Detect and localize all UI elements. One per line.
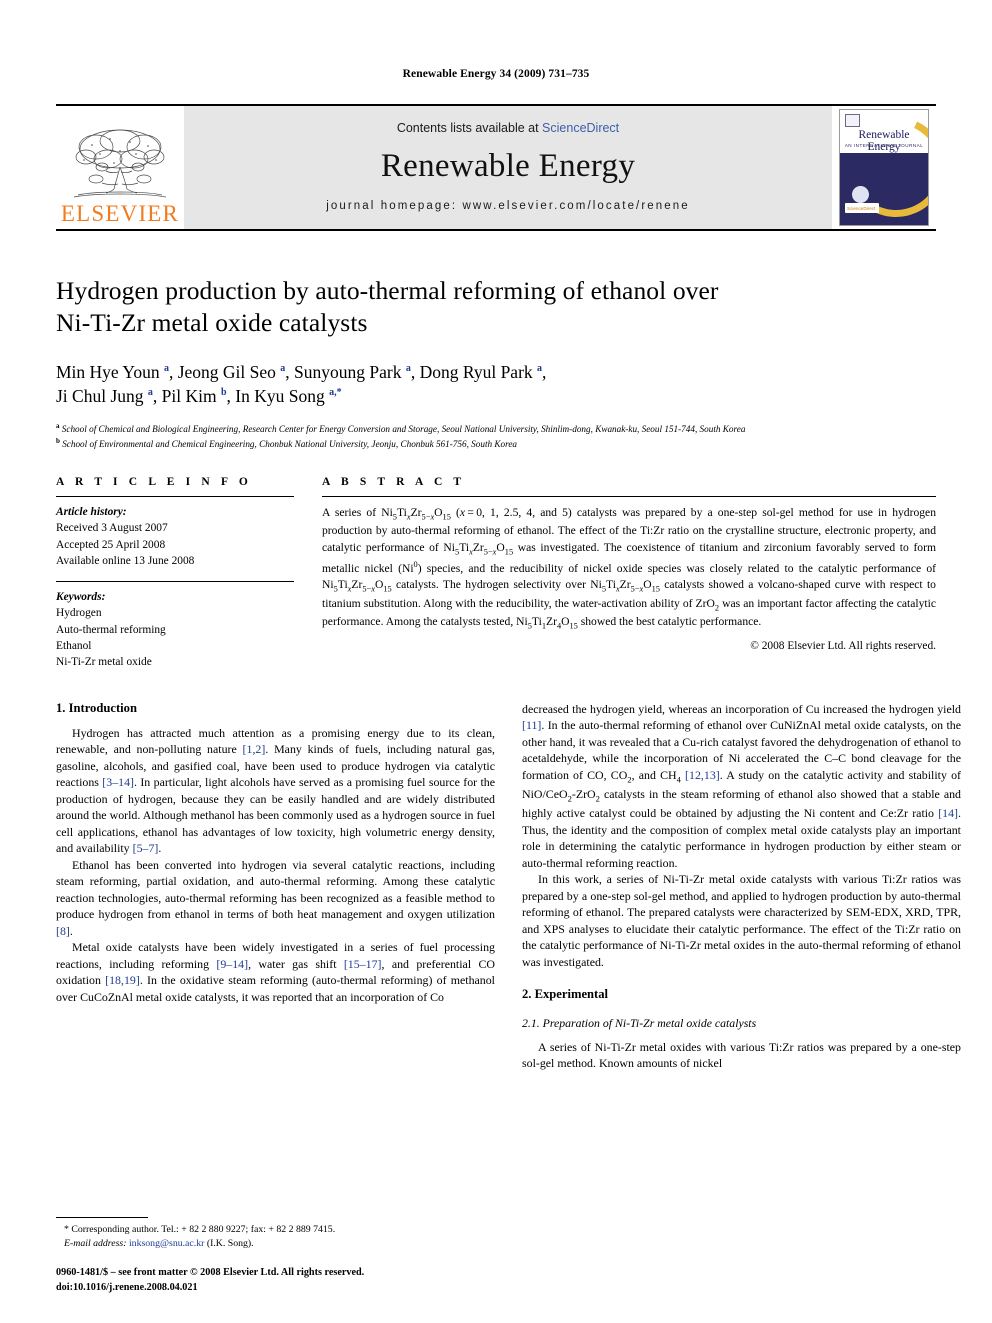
para-text: decreased the hydrogen yield, whereas an… — [522, 701, 961, 716]
corresponding-author-note: * Corresponding author. Tel.: + 82 2 880… — [64, 1224, 336, 1236]
keyword-item: Ni-Ti-Zr metal oxide — [56, 656, 152, 669]
cover-image: Renewable Energy AN INTERNATIONAL JOURNA… — [839, 109, 929, 226]
paragraph-right-2: In this work, a series of Ni-Ti-Zr metal… — [522, 872, 961, 969]
affiliation-b-text: School of Environmental and Chemical Eng… — [62, 438, 518, 449]
issn-copyright-block: 0960-1481/$ – see front matter © 2008 El… — [56, 1266, 495, 1295]
citation-ref[interactable]: [3–14] — [102, 775, 134, 789]
paragraph-intro-1: Hydrogen has attracted much attention as… — [56, 725, 495, 857]
body-columns: 1. Introduction Hydrogen has attracted m… — [56, 701, 961, 1072]
running-head: Renewable Energy 34 (2009) 731–735 — [402, 68, 590, 80]
article-available-online: Available online 13 June 2008 — [56, 555, 195, 568]
article-info-rule-mid — [56, 580, 294, 582]
author-line-2: Ji Chul Jung a, Pil Kim b, In Kyu Song a… — [56, 386, 342, 407]
abstract-column: A B S T R A C T A series of Ni5TixZr5−xO… — [322, 476, 936, 671]
section-heading-experimental: 2. Experimental — [522, 986, 609, 1001]
body-column-left: 1. Introduction Hydrogen has attracted m… — [56, 701, 495, 1072]
elsevier-wordmark: ELSEVIER — [60, 201, 180, 226]
article-info-column: A R T I C L E I N F O Article history: R… — [56, 476, 294, 671]
journal-masthead: ELSEVIER Contents lists available at Sci… — [56, 104, 936, 231]
paragraph-intro-2: Ethanol has been converted into hydrogen… — [56, 857, 495, 939]
subsection-heading-preparation: 2.1. Preparation of Ni-Ti-Zr metal oxide… — [522, 1015, 757, 1030]
author-line-1: Min Hye Youn a, Jeong Gil Seo a, Sunyoun… — [56, 362, 547, 383]
elsevier-tree-icon — [73, 129, 167, 198]
footnote-rule — [56, 1217, 148, 1219]
contents-prefix-text: Contents lists available at — [396, 121, 543, 135]
contents-lists-line: Contents lists available at ScienceDirec… — [397, 121, 619, 135]
info-abstract-region: A R T I C L E I N F O Article history: R… — [56, 476, 936, 671]
masthead-center: Contents lists available at ScienceDirec… — [184, 106, 832, 229]
cover-sciencedirect-text: ScienceDirect — [847, 206, 876, 211]
email-label: E-mail address: — [64, 1238, 127, 1250]
abstract-copyright: © 2008 Elsevier Ltd. All rights reserved… — [750, 639, 936, 652]
citation-ref[interactable]: [15–17] — [344, 957, 382, 971]
para-text: . — [158, 841, 162, 856]
email-note: E-mail address: inksong@snu.ac.kr (I.K. … — [56, 1237, 495, 1251]
keywords-block: Keywords: Hydrogen Auto-thermal reformin… — [56, 589, 294, 671]
keywords-label: Keywords: — [56, 590, 106, 603]
article-info-heading: A R T I C L E I N F O — [56, 475, 252, 488]
keyword-item: Ethanol — [56, 639, 92, 652]
article-info-rule-top — [56, 495, 294, 497]
keyword-item: Hydrogen — [56, 607, 102, 620]
citation-ref[interactable]: [5–7] — [133, 841, 159, 855]
cover-emblem-icon — [852, 186, 869, 203]
citation-ref[interactable]: [14] — [938, 806, 958, 820]
abstract-heading: A B S T R A C T — [322, 475, 466, 488]
cover-publisher-mark-icon — [845, 114, 860, 127]
issn-line: 0960-1481/$ – see front matter © 2008 El… — [56, 1267, 365, 1279]
citation-ref[interactable]: [1,2] — [243, 742, 266, 756]
citation-ref[interactable]: [9–14] — [216, 957, 248, 971]
article-history-label: Article history: — [56, 505, 127, 518]
body-column-right: decreased the hydrogen yield, whereas an… — [522, 701, 961, 1072]
article-history-block: Article history: Received 3 August 2007 … — [56, 504, 294, 570]
paragraph-right-3: A series of Ni-Ti-Zr metal oxides with v… — [522, 1039, 961, 1071]
article-received: Received 3 August 2007 — [56, 522, 168, 535]
title-block: Hydrogen production by auto-thermal refo… — [56, 275, 936, 451]
para-text: , water gas shift — [248, 956, 344, 971]
email-address-link[interactable]: inksong@snu.ac.kr — [129, 1238, 204, 1249]
citation-ref[interactable]: [18,19] — [105, 973, 140, 987]
paragraph-intro-3: Metal oxide catalysts have been widely i… — [56, 939, 495, 1005]
affiliation-b: b School of Environmental and Chemical E… — [56, 436, 518, 449]
citation-ref[interactable]: [11] — [522, 718, 541, 732]
elsevier-logo: ELSEVIER — [56, 106, 184, 229]
journal-cover-thumbnail[interactable]: Renewable Energy AN INTERNATIONAL JOURNA… — [832, 106, 936, 229]
journal-homepage-url[interactable]: journal homepage: www.elsevier.com/locat… — [326, 200, 690, 212]
journal-title: Renewable Energy — [380, 148, 636, 184]
article-accepted: Accepted 25 April 2008 — [56, 538, 166, 551]
paragraph-right-1: decreased the hydrogen yield, whereas an… — [522, 701, 961, 871]
abstract-text: A series of Ni5TixZr5−xO15 (x = 0, 1, 2.… — [322, 505, 936, 631]
keyword-item: Auto-thermal reforming — [56, 623, 166, 636]
para-text: . — [69, 923, 73, 938]
abstract-rule-top — [322, 495, 936, 497]
footnote-area: * Corresponding author. Tel.: + 82 2 880… — [56, 1217, 495, 1295]
citation-ref[interactable]: [8] — [56, 924, 70, 938]
affiliations: a School of Chemical and Biological Engi… — [56, 421, 936, 451]
paper-title: Hydrogen production by auto-thermal refo… — [56, 276, 719, 338]
citation-ref[interactable]: [12,13] — [685, 768, 720, 782]
sciencedirect-link[interactable]: ScienceDirect — [542, 121, 619, 135]
affiliation-a: a School of Chemical and Biological Engi… — [56, 421, 746, 434]
author-list: Min Hye Youn a, Jeong Gil Seo a, Sunyoun… — [56, 360, 936, 408]
email-owner: (I.K. Song). — [206, 1238, 254, 1250]
para-text: Ethanol has been converted into hydrogen… — [56, 857, 495, 922]
section-heading-introduction: 1. Introduction — [56, 700, 137, 715]
doi-line: doi:10.1016/j.renene.2008.04.021 — [56, 1281, 198, 1293]
affiliation-a-text: School of Chemical and Biological Engine… — [61, 423, 746, 434]
journal-article-page: Renewable Energy 34 (2009) 731–735 ELSEV… — [0, 0, 992, 1323]
